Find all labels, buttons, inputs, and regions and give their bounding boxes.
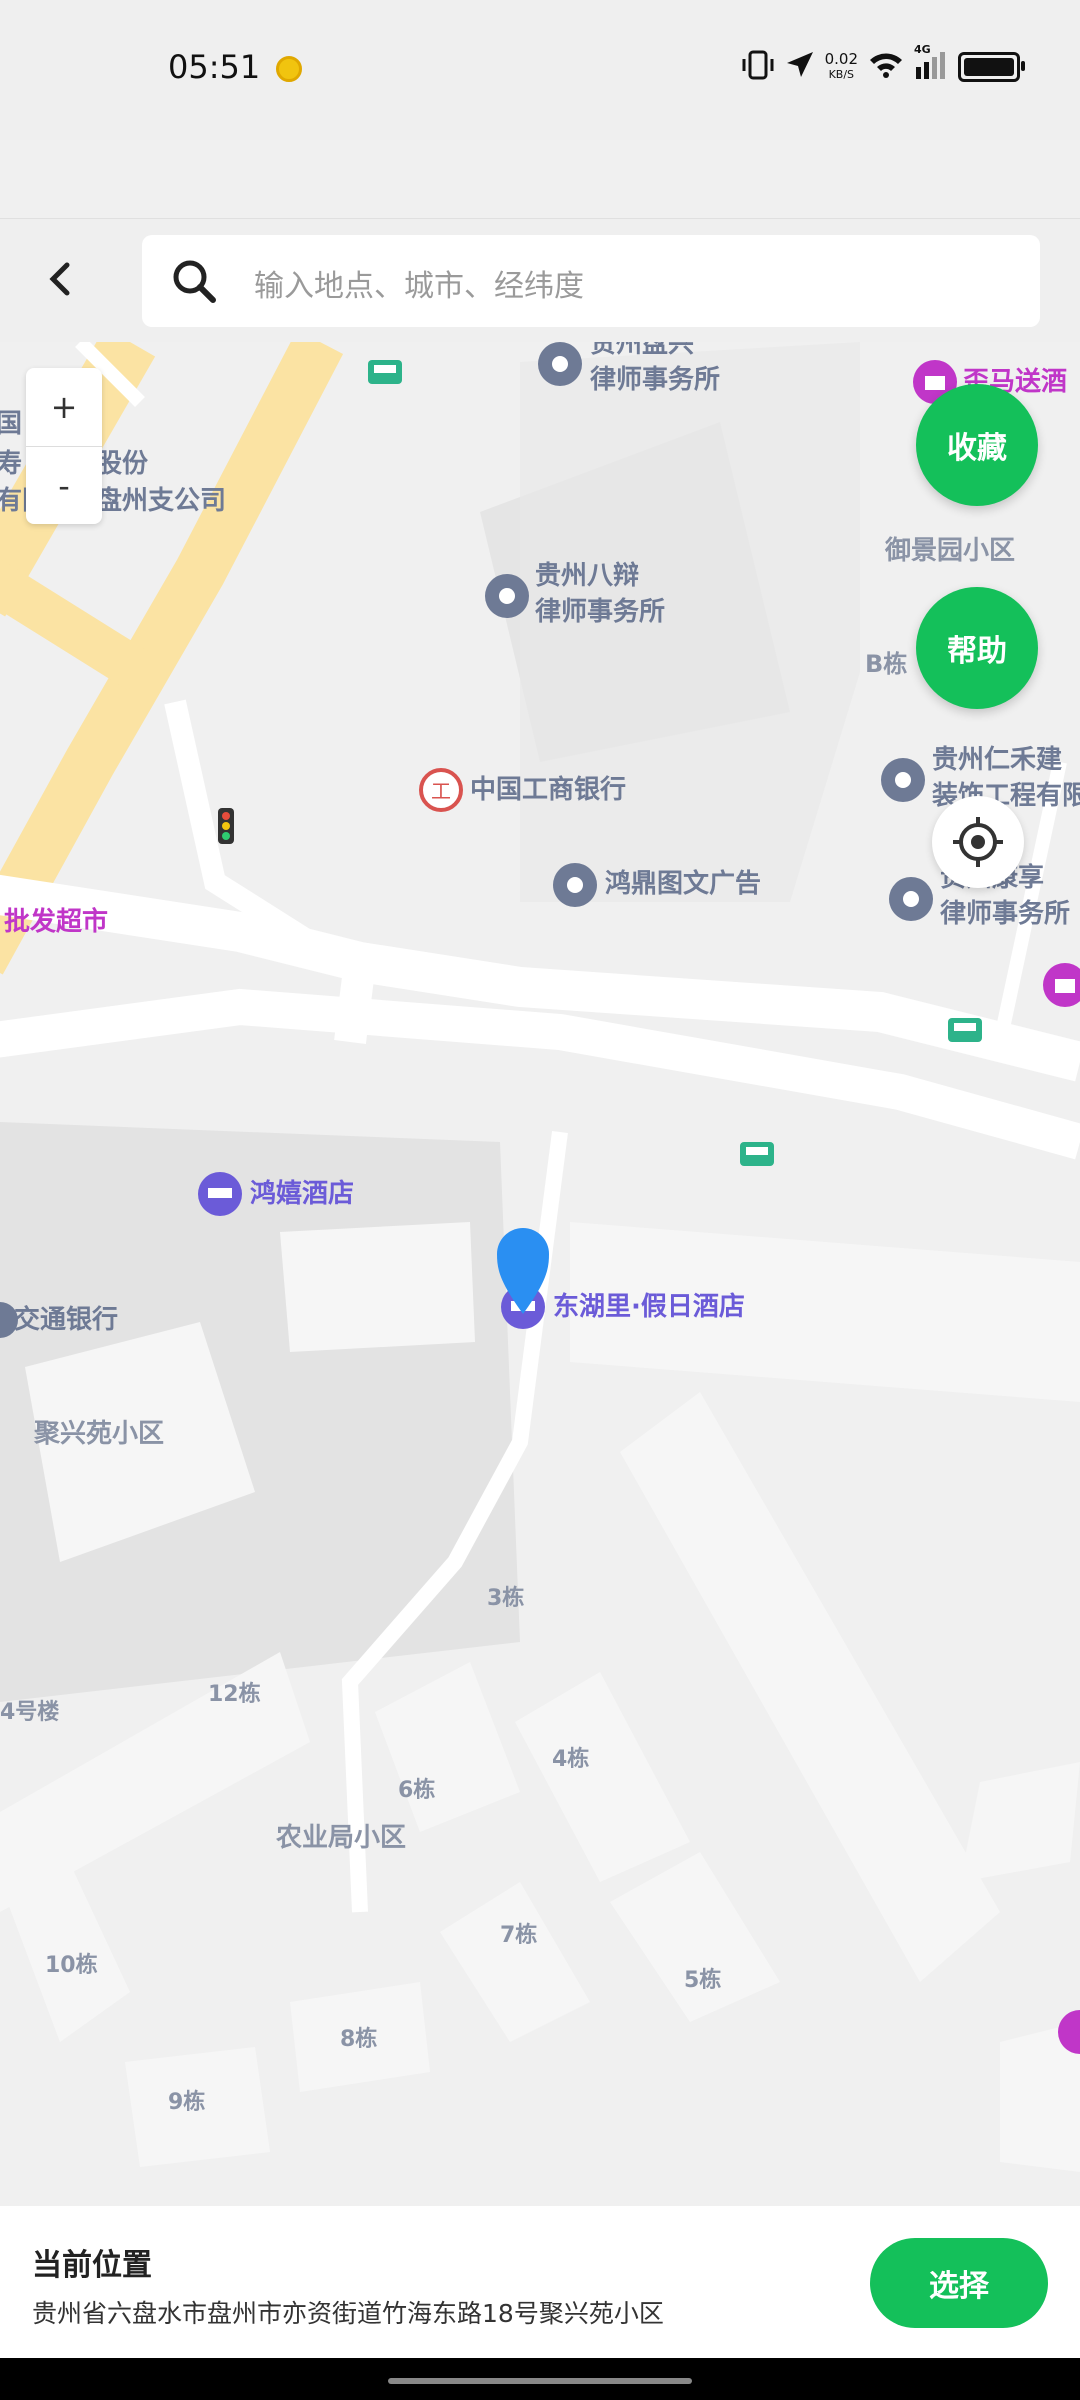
- net-speed-unit: KB/S: [828, 68, 855, 81]
- zoom-control: + -: [26, 368, 102, 524]
- coin-icon: [276, 56, 302, 82]
- choose-button[interactable]: 选择: [870, 2238, 1048, 2328]
- status-bar: 05:51 0.02 KB/S 4G: [0, 0, 1080, 140]
- map-label: 批发超市: [4, 906, 108, 937]
- bus-stop-icon: [368, 360, 402, 384]
- map-label: 农业局小区: [275, 1823, 406, 1853]
- map-label: 鸿鼎图文广告: [605, 868, 761, 899]
- map-label: 3栋: [487, 1585, 524, 1611]
- current-location-address: 贵州省六盘水市盘州市亦资街道竹海东路18号聚兴苑小区: [32, 2299, 664, 2328]
- map-label: 贵州盘兴: [590, 342, 694, 359]
- search-icon: [170, 257, 218, 309]
- status-time: 05:51: [168, 48, 261, 86]
- map-label: 5栋: [684, 1967, 721, 1993]
- map-label: 7栋: [500, 1922, 537, 1948]
- map-label: B栋: [865, 650, 907, 678]
- location-arrow-icon: [785, 50, 815, 84]
- map-label: 9栋: [168, 2089, 205, 2115]
- search-placeholder: 输入地点、城市、经纬度: [254, 269, 584, 304]
- map-label: 4栋: [552, 1746, 589, 1772]
- map-label: 贵州仁禾建: [932, 745, 1062, 775]
- status-icons: 0.02 KB/S 4G: [741, 43, 1025, 84]
- bus-stop-icon: [740, 1142, 774, 1166]
- map-label: 国: [0, 409, 22, 439]
- top-bar: 输入地点、城市、经纬度: [0, 218, 1080, 343]
- map-label: 中国工商银行: [470, 774, 626, 805]
- help-button[interactable]: 帮助: [916, 587, 1038, 709]
- map-label: 律师事务所: [940, 899, 1070, 929]
- bus-stop-icon: [948, 1018, 982, 1042]
- map-label: 6栋: [398, 1777, 435, 1803]
- map-label: 交通银行: [14, 1304, 118, 1335]
- zoom-out-button[interactable]: -: [26, 447, 102, 525]
- map-label: 12栋: [208, 1681, 261, 1707]
- map-label: 4号楼: [0, 1700, 59, 1725]
- chevron-left-icon: [49, 262, 70, 296]
- map-label: 贵州八辩: [535, 561, 639, 591]
- net-speed: 0.02 KB/S: [825, 51, 858, 83]
- network-type: 4G: [914, 43, 931, 56]
- bank-icon: 工: [419, 768, 463, 812]
- signal-icon: 4G: [914, 43, 948, 83]
- search-input[interactable]: 输入地点、城市、经纬度: [142, 235, 1040, 327]
- home-gesture-handle[interactable]: [388, 2378, 692, 2384]
- law-firm-icon: [889, 877, 933, 921]
- current-location-panel: 当前位置 贵州省六盘水市盘州市亦资街道竹海东路18号聚兴苑小区 选择: [0, 2206, 1080, 2358]
- map-label: 律师事务所: [535, 597, 665, 627]
- locate-icon: [953, 817, 1003, 867]
- map-label: 东湖里·假日酒店: [553, 1291, 745, 1322]
- ad-company-icon: [553, 863, 597, 907]
- map-label: 10栋: [45, 1952, 98, 1978]
- law-firm-icon: [485, 574, 529, 618]
- map-label: 盘州支公司: [96, 485, 226, 516]
- map-label: 聚兴苑小区: [33, 1419, 164, 1449]
- law-firm-icon: [538, 342, 582, 386]
- map-label: 鸿嬉酒店: [250, 1178, 354, 1209]
- battery-icon: [958, 52, 1025, 82]
- svg-text:工: 工: [431, 779, 451, 803]
- company-icon: [881, 758, 925, 802]
- shop-icon: [1043, 963, 1080, 1007]
- navigation-bar: [0, 2358, 1080, 2400]
- map-label: 股份: [96, 449, 148, 479]
- map-label: 律师事务所: [590, 365, 720, 395]
- traffic-light-icon: [218, 808, 234, 844]
- hotel-icon: [198, 1172, 242, 1216]
- net-speed-value: 0.02: [824, 50, 858, 68]
- current-location-title: 当前位置: [32, 2248, 152, 2283]
- map-label: 寿: [0, 449, 22, 479]
- locate-button[interactable]: [932, 796, 1024, 888]
- map-view[interactable]: 工 贵州盘兴 律师事务所 歪马送酒 国 寿 股份 有限 盘州支公司 御景园小区 …: [0, 342, 1080, 2206]
- map-label: 御景园小区: [884, 535, 1015, 566]
- favorite-button[interactable]: 收藏: [916, 384, 1038, 506]
- map-label: 8栋: [340, 2026, 377, 2052]
- wifi-icon: [868, 51, 904, 83]
- zoom-in-button[interactable]: +: [26, 368, 102, 447]
- vibrate-icon: [741, 50, 775, 84]
- map-canvas[interactable]: 工 贵州盘兴 律师事务所 歪马送酒 国 寿 股份 有限 盘州支公司 御景园小区 …: [0, 342, 1080, 2206]
- back-button[interactable]: [30, 249, 90, 309]
